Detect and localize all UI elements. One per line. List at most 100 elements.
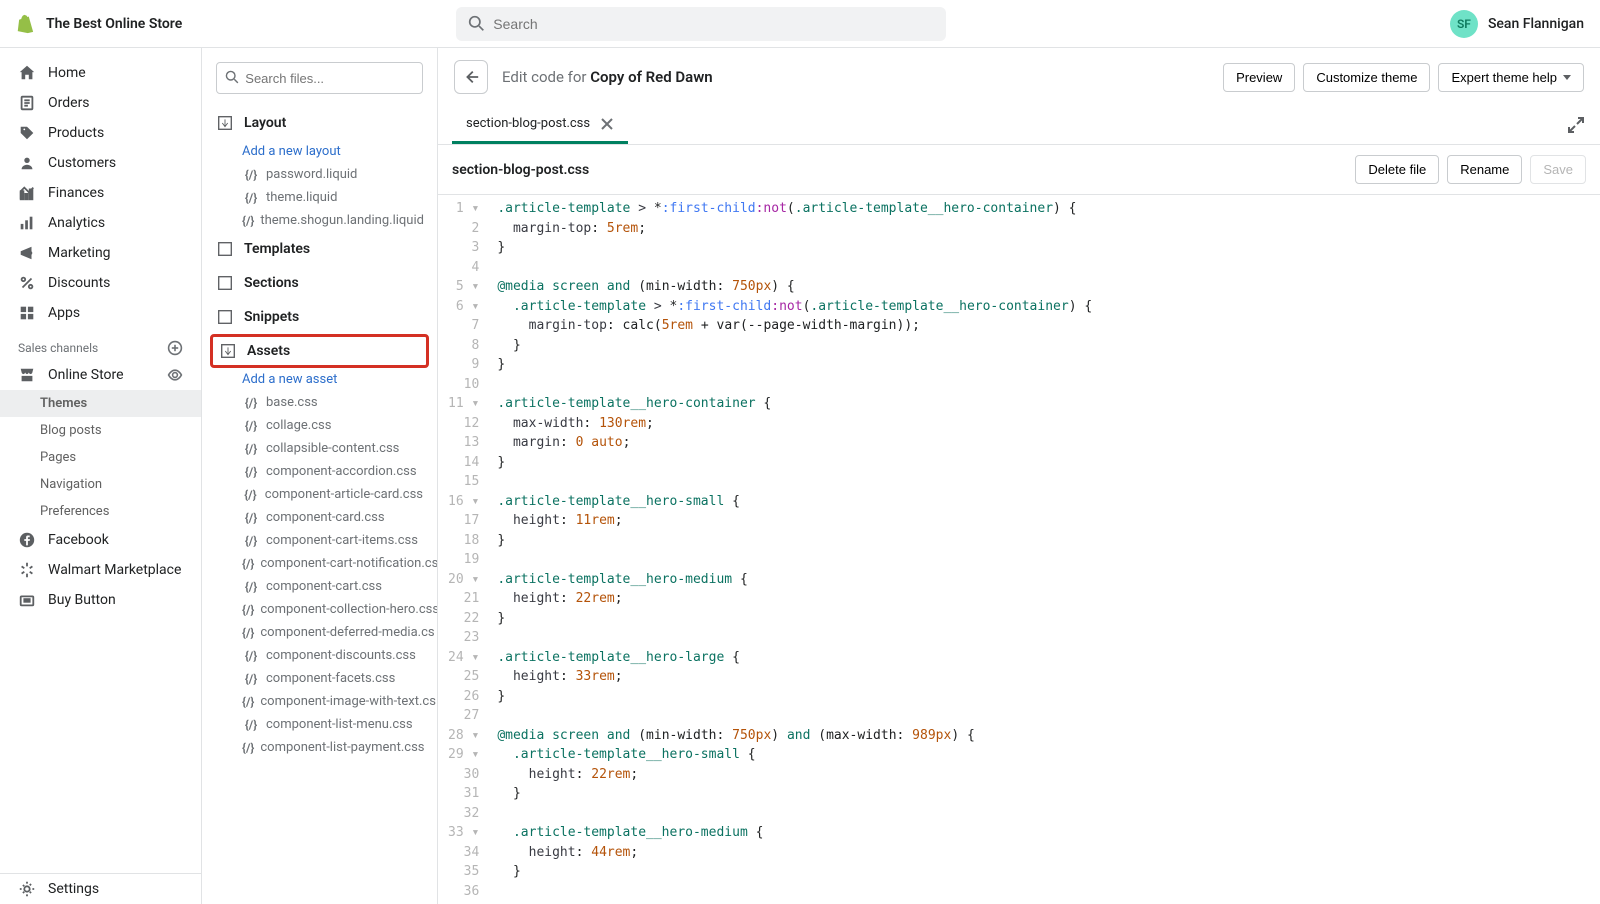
folder-templates[interactable]: Templates xyxy=(202,232,437,266)
folder-layout-icon xyxy=(216,114,234,132)
file-item[interactable]: {/} component-card.css xyxy=(202,506,437,529)
nav-item-customers[interactable]: Customers xyxy=(0,148,201,178)
nav-label: Customers xyxy=(48,155,116,171)
edit-prefix: Edit code for xyxy=(502,68,590,86)
code-file-icon: {/} xyxy=(242,419,260,433)
code-editor[interactable]: 1 ▾2 3 4 5 ▾6 ▾7 8 9 10 11 ▾12 13 14 15 … xyxy=(438,195,1600,904)
analytics-icon xyxy=(18,214,36,232)
global-search[interactable] xyxy=(456,7,946,41)
file-item[interactable]: {/}base.css xyxy=(202,391,437,414)
customize-button[interactable]: Customize theme xyxy=(1303,63,1430,92)
folder-snippets[interactable]: Snippets xyxy=(202,300,437,334)
nav-item-finances[interactable]: Finances xyxy=(0,178,201,208)
nav-label: Home xyxy=(48,65,86,81)
code-file-icon: {/} xyxy=(242,442,260,456)
add-channel-icon[interactable] xyxy=(167,340,183,356)
add-asset-link[interactable]: Add a new asset xyxy=(202,368,437,391)
file-item[interactable]: {/}theme.shogun.landing.liquid xyxy=(202,209,437,232)
rename-button[interactable]: Rename xyxy=(1447,155,1522,184)
user-name[interactable]: Sean Flannigan xyxy=(1488,16,1584,32)
close-icon[interactable] xyxy=(600,117,614,131)
line-gutter: 1 ▾2 3 4 5 ▾6 ▾7 8 9 10 11 ▾12 13 14 15 … xyxy=(438,195,487,904)
avatar[interactable]: SF xyxy=(1450,10,1478,38)
file-item[interactable]: {/}component-cart-notification.cs xyxy=(202,552,437,575)
store-name[interactable]: The Best Online Store xyxy=(46,16,182,32)
finances-icon xyxy=(18,184,36,202)
file-item[interactable]: {/} component-facets.css xyxy=(202,667,437,690)
editor-header: Edit code for Copy of Red Dawn Preview C… xyxy=(438,48,1600,106)
folder-assets[interactable]: Assets xyxy=(210,334,429,368)
folder-layout-label: Layout xyxy=(244,115,286,131)
file-search[interactable] xyxy=(216,62,423,94)
nav-sub-preferences[interactable]: Preferences xyxy=(0,498,201,525)
code-file-icon: {/} xyxy=(242,603,254,617)
code-file-icon: {/} xyxy=(242,672,260,686)
nav-sub-navigation[interactable]: Navigation xyxy=(0,471,201,498)
file-item[interactable]: {/}component-accordion.css xyxy=(202,460,437,483)
nav-item-orders[interactable]: Orders xyxy=(0,88,201,118)
code-file-icon: {/} xyxy=(242,718,260,732)
back-button[interactable] xyxy=(454,60,488,94)
file-name: base.css xyxy=(266,395,318,410)
code-file-icon: {/} xyxy=(242,511,260,525)
expert-help-button[interactable]: Expert theme help xyxy=(1438,63,1584,92)
nav-channel-walmart-marketplace[interactable]: Walmart Marketplace xyxy=(0,555,201,585)
sales-channels-header: Sales channels xyxy=(0,328,201,360)
file-name: component-card.css xyxy=(266,510,385,525)
file-item[interactable]: {/}component-cart-items.css xyxy=(202,529,437,552)
discounts-icon xyxy=(18,274,36,292)
edit-theme-name: Copy of Red Dawn xyxy=(590,68,712,86)
folder-icon xyxy=(216,308,234,326)
nav-label: Products xyxy=(48,125,104,141)
file-search-input[interactable] xyxy=(245,71,414,86)
nav-label: Marketing xyxy=(48,245,111,261)
file-name: theme.shogun.landing.liquid xyxy=(260,213,424,228)
file-item[interactable]: {/} component-list-menu.css xyxy=(202,713,437,736)
nav-item-marketing[interactable]: Marketing xyxy=(0,238,201,268)
nav-online-store[interactable]: Online Store xyxy=(0,360,201,390)
nav-sub-themes[interactable]: Themes xyxy=(0,390,201,417)
file-item[interactable]: {/}component-discounts.css xyxy=(202,644,437,667)
nav-sub-pages[interactable]: Pages xyxy=(0,444,201,471)
file-item[interactable]: {/}collage.css xyxy=(202,414,437,437)
delete-file-button[interactable]: Delete file xyxy=(1355,155,1439,184)
folder-assets-icon xyxy=(219,342,237,360)
tab-active[interactable]: section-blog-post.css xyxy=(452,106,628,144)
file-name: theme.liquid xyxy=(266,190,337,205)
folder-sections[interactable]: Sections xyxy=(202,266,437,300)
expand-button[interactable] xyxy=(1552,107,1600,143)
file-item[interactable]: {/}component-image-with-text.cs xyxy=(202,690,437,713)
preview-button[interactable]: Preview xyxy=(1223,63,1295,92)
nav-item-discounts[interactable]: Discounts xyxy=(0,268,201,298)
file-item[interactable]: {/}component-list-payment.css xyxy=(202,736,437,759)
folder-layout[interactable]: Layout xyxy=(202,106,437,140)
nav-sub-blog-posts[interactable]: Blog posts xyxy=(0,417,201,444)
nav-channel-buy-button[interactable]: Buy Button xyxy=(0,585,201,615)
code-file-icon: {/} xyxy=(242,534,260,548)
nav-item-products[interactable]: Products xyxy=(0,118,201,148)
nav-label: Analytics xyxy=(48,215,105,231)
file-item[interactable]: {/}theme.liquid xyxy=(202,186,437,209)
file-item[interactable]: {/} component-collection-hero.css xyxy=(202,598,437,621)
file-name: component-facets.css xyxy=(266,671,395,686)
file-name: component-cart.css xyxy=(266,579,382,594)
code-content[interactable]: .article-template > *:first-child:not(.a… xyxy=(487,195,1102,904)
nav-item-apps[interactable]: Apps xyxy=(0,298,201,328)
file-name: component-list-menu.css xyxy=(266,717,413,732)
topbar: The Best Online Store SF Sean Flannigan xyxy=(0,0,1600,48)
file-item[interactable]: {/}component-article-card.css xyxy=(202,483,437,506)
file-item[interactable]: {/}collapsible-content.css xyxy=(202,437,437,460)
file-item[interactable]: {/}password.liquid xyxy=(202,163,437,186)
nav-item-home[interactable]: Home xyxy=(0,58,201,88)
file-item[interactable]: {/}component-deferred-media.cs xyxy=(202,621,437,644)
nav-settings[interactable]: Settings xyxy=(0,874,201,904)
file-name: component-list-payment.css xyxy=(260,740,424,755)
add-layout-link[interactable]: Add a new layout xyxy=(202,140,437,163)
search-input[interactable] xyxy=(493,16,934,32)
file-name: component-collection-hero.css xyxy=(260,602,437,617)
nav-channel-facebook[interactable]: Facebook xyxy=(0,525,201,555)
file-item[interactable]: {/}component-cart.css xyxy=(202,575,437,598)
shopify-logo-icon xyxy=(16,14,36,34)
nav-item-analytics[interactable]: Analytics xyxy=(0,208,201,238)
view-store-icon[interactable] xyxy=(167,367,183,383)
